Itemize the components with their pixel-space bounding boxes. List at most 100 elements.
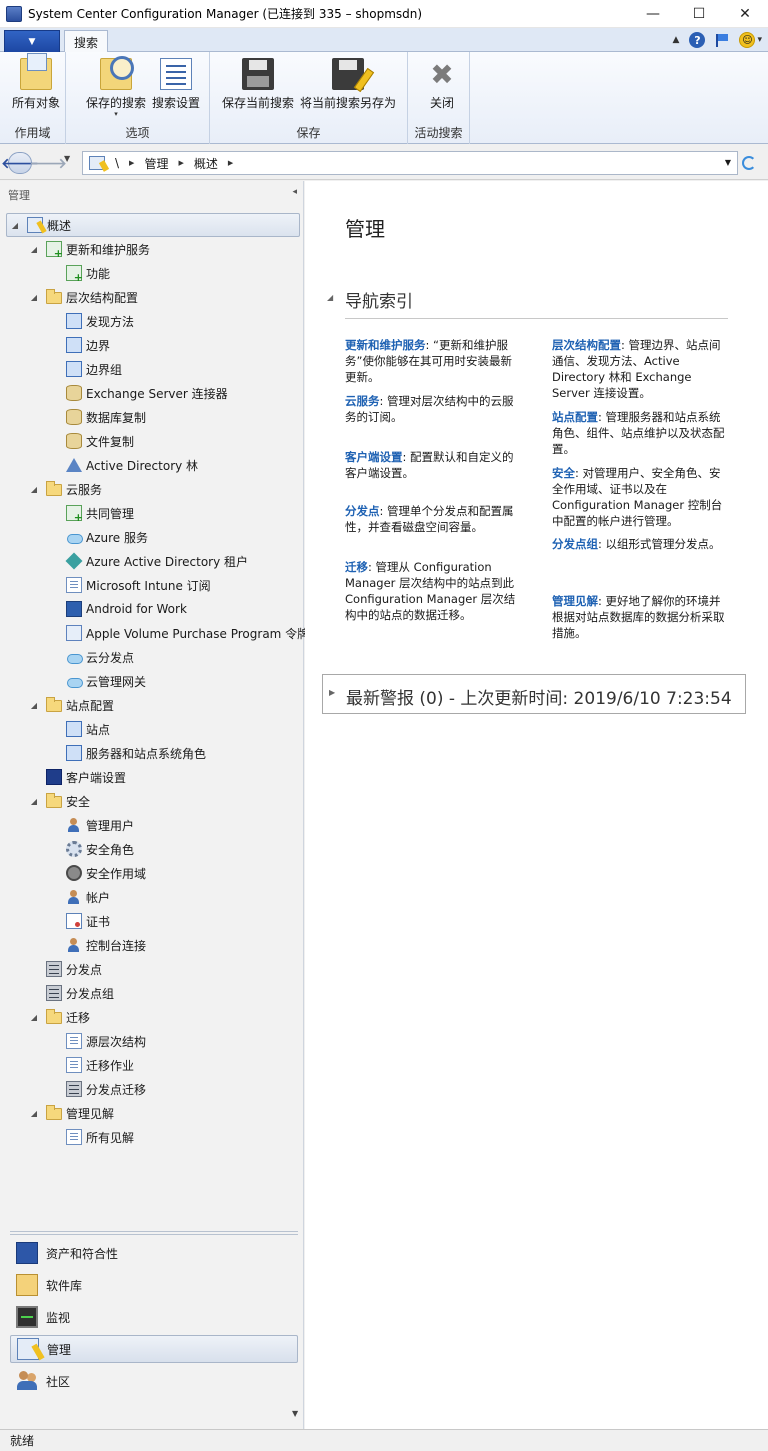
- tree-item[interactable]: ◢ 管理见解: [28, 1101, 114, 1125]
- tree-item-label: 分发点迁移: [86, 1082, 147, 1097]
- expand-collapse-icon[interactable]: ◢: [28, 1013, 40, 1022]
- tree-item[interactable]: Exchange Server 连接器: [48, 381, 228, 405]
- workspace-monitor[interactable]: 监视: [10, 1303, 298, 1331]
- tree-item[interactable]: 边界: [48, 333, 110, 357]
- nav-index-link[interactable]: 分发点组: [552, 537, 598, 551]
- nav-index-link[interactable]: 层次结构配置: [552, 338, 621, 352]
- expand-icon[interactable]: ▶: [329, 688, 335, 697]
- breadcrumb-root[interactable]: \: [115, 156, 119, 170]
- tree-item[interactable]: 分发点组: [28, 981, 114, 1005]
- expand-collapse-icon[interactable]: ◢: [28, 245, 40, 254]
- nav-index-link[interactable]: 客户端设置: [345, 450, 403, 464]
- expand-collapse-icon[interactable]: ◢: [28, 1109, 40, 1118]
- tree-item[interactable]: 安全作用域: [48, 861, 146, 885]
- expand-collapse-icon[interactable]: ◢: [28, 797, 40, 806]
- tree-item[interactable]: Azure 服务: [48, 525, 148, 549]
- tree-item[interactable]: Apple Volume Purchase Program 令牌: [48, 621, 309, 645]
- tree-item[interactable]: 云分发点: [48, 645, 134, 669]
- tree-item[interactable]: Android for Work: [48, 597, 187, 621]
- nav-index-link[interactable]: 分发点: [345, 504, 380, 518]
- chevron-right-icon[interactable]: ▶: [178, 159, 183, 167]
- workspace-community[interactable]: 社区: [10, 1367, 298, 1395]
- tree-item[interactable]: Active Directory 林: [48, 453, 198, 477]
- tree-item[interactable]: ◢ 概述: [6, 213, 300, 237]
- expand-collapse-icon[interactable]: ◢: [28, 293, 40, 302]
- tree-item[interactable]: Azure Active Directory 租户: [48, 549, 248, 573]
- tree-item[interactable]: 站点: [48, 717, 110, 741]
- expand-collapse-icon[interactable]: ◢: [28, 701, 40, 710]
- tree-item[interactable]: 服务器和站点系统角色: [48, 741, 206, 765]
- search-settings-button[interactable]: 搜索设置: [152, 58, 200, 111]
- collapse-pane-icon[interactable]: ◂: [292, 187, 297, 197]
- chevron-right-icon[interactable]: ▶: [129, 159, 134, 167]
- document-icon: [66, 1057, 82, 1073]
- saved-searches-button[interactable]: 保存的搜索 ▾: [86, 56, 146, 118]
- nav-index-link[interactable]: 云服务: [345, 394, 380, 408]
- nav-index-link[interactable]: 管理见解: [552, 594, 598, 608]
- tree-item[interactable]: ◢ 云服务: [28, 477, 102, 501]
- breadcrumb-item[interactable]: 概述: [194, 155, 218, 172]
- refresh-icon[interactable]: [742, 156, 756, 170]
- chevron-right-icon[interactable]: ▶: [228, 159, 233, 167]
- tree-item[interactable]: 分发点: [28, 957, 102, 981]
- tree-item[interactable]: 客户端设置: [28, 765, 126, 789]
- help-icon[interactable]: ?: [689, 32, 706, 48]
- file-menu-button[interactable]: ▼: [4, 30, 60, 52]
- all-objects-button[interactable]: 所有对象: [12, 53, 60, 111]
- tree-item[interactable]: 文件复制: [48, 429, 134, 453]
- tree-item[interactable]: 安全角色: [48, 837, 134, 861]
- close-window-button[interactable]: ✕: [722, 0, 768, 28]
- save-current-search-button[interactable]: 保存当前搜索: [222, 58, 294, 111]
- tree-item[interactable]: 所有见解: [48, 1125, 134, 1149]
- tree-item[interactable]: 源层次结构: [48, 1029, 146, 1053]
- tree-item[interactable]: 控制台连接: [48, 933, 146, 957]
- section-collapse-icon[interactable]: ◢: [327, 293, 333, 302]
- tree-item[interactable]: 功能: [48, 261, 110, 285]
- minimize-ribbon-icon[interactable]: ▲: [673, 35, 680, 45]
- close-search-button[interactable]: ✖ 关闭: [426, 58, 458, 111]
- workspace-admin[interactable]: 管理: [10, 1335, 298, 1363]
- scroll-down-icon[interactable]: ▼: [292, 1409, 298, 1418]
- forward-button[interactable]: 🡒: [29, 152, 67, 174]
- workspace-splitter[interactable]: [10, 1231, 298, 1235]
- tree-item[interactable]: 边界组: [48, 357, 122, 381]
- nav-index-link[interactable]: 站点配置: [552, 410, 598, 424]
- breadcrumb-item[interactable]: 管理: [144, 155, 168, 172]
- tree-item[interactable]: 云管理网关: [48, 669, 146, 693]
- save-search-as-button[interactable]: 将当前搜索另存为: [300, 58, 396, 111]
- tab-search[interactable]: 搜索: [64, 30, 108, 53]
- tree-item[interactable]: ◢ 层次结构配置: [28, 285, 138, 309]
- tree-item[interactable]: 数据库复制: [48, 405, 146, 429]
- feedback-smile-icon[interactable]: ☺: [739, 32, 756, 48]
- expand-collapse-icon[interactable]: ◢: [28, 485, 40, 494]
- address-dropdown-icon[interactable]: ▼: [725, 158, 731, 167]
- recent-alerts-section[interactable]: ▶ 最新警报 (0) - 上次更新时间: 2019/6/10 7:23:54: [322, 674, 746, 714]
- tree-item[interactable]: 管理用户: [48, 813, 134, 837]
- tree-item[interactable]: 证书: [48, 909, 110, 933]
- breadcrumb[interactable]: \ ▶ 管理 ▶ 概述 ▶ ▼: [82, 151, 738, 175]
- directory-icon: [66, 458, 82, 472]
- all-objects-icon: [20, 53, 52, 90]
- nav-index-link[interactable]: 更新和维护服务: [345, 338, 426, 352]
- tree-item[interactable]: Microsoft Intune 订阅: [48, 573, 211, 597]
- tree-item[interactable]: 迁移作业: [48, 1053, 134, 1077]
- tree-item[interactable]: 共同管理: [48, 501, 134, 525]
- flag-icon[interactable]: [715, 33, 729, 47]
- workspace-software[interactable]: 软件库: [10, 1271, 298, 1299]
- workspace-assets[interactable]: 资产和符合性: [10, 1239, 298, 1267]
- history-dropdown-icon[interactable]: ▼: [64, 154, 70, 163]
- nav-index-link[interactable]: 安全: [552, 466, 575, 480]
- feedback-dropdown-icon[interactable]: ▾: [757, 35, 762, 45]
- tree-item[interactable]: ◢ 迁移: [28, 1005, 90, 1029]
- tree-item[interactable]: ◢ 站点配置: [28, 693, 114, 717]
- minimize-button[interactable]: —: [630, 0, 676, 28]
- tree-item[interactable]: 发现方法: [48, 309, 134, 333]
- tree-item[interactable]: 帐户: [48, 885, 110, 909]
- section-title: 导航索引: [345, 292, 413, 312]
- tree-item[interactable]: 分发点迁移: [48, 1077, 146, 1101]
- expand-collapse-icon[interactable]: ◢: [9, 221, 21, 230]
- tree-item[interactable]: ◢ 安全: [28, 789, 90, 813]
- maximize-button[interactable]: ☐: [676, 0, 722, 28]
- nav-index-link[interactable]: 迁移: [345, 560, 368, 574]
- tree-item[interactable]: ◢ 更新和维护服务: [28, 237, 150, 261]
